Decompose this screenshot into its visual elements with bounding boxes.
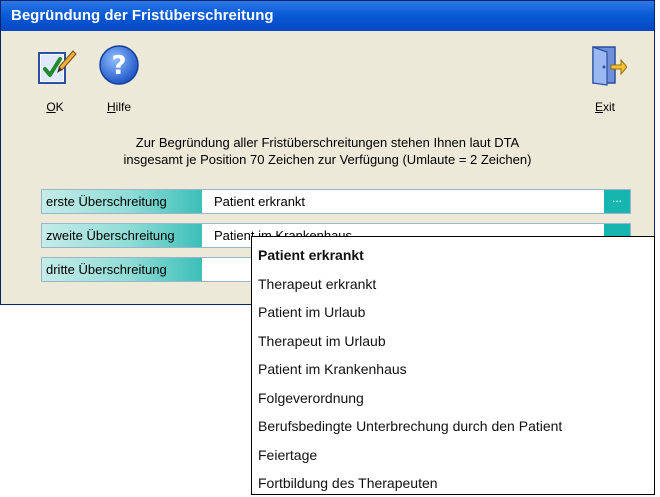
help-button[interactable]: ? Hilfe — [91, 39, 147, 119]
exit-door-icon — [592, 46, 628, 86]
info-line-1: Zur Begründung aller Fristüberschreitung… — [135, 135, 520, 150]
dropdown-item[interactable]: Patient erkrankt — [258, 241, 364, 269]
row-first-exceedance: erste Überschreitung Patient erkrankt ..… — [41, 189, 631, 214]
first-exceedance-picker-button[interactable]: ... — [604, 190, 630, 213]
help-label: ilfe — [115, 100, 131, 114]
reason-dropdown-list: Patient erkrankt Therapeut erkrankt Pati… — [251, 236, 655, 495]
first-exceedance-input[interactable]: Patient erkrankt — [214, 190, 305, 213]
svg-text:?: ? — [111, 51, 126, 81]
edit-check-icon — [38, 50, 77, 84]
info-text: Zur Begründung aller Fristüberschreitung… — [41, 134, 614, 168]
dropdown-item[interactable]: Folgeverordnung — [258, 384, 364, 412]
row-label-second: zweite Überschreitung — [42, 224, 202, 247]
info-line-2: insgesamt je Position 70 Zeichen zur Ver… — [123, 152, 532, 167]
ok-label: K — [55, 100, 64, 114]
dropdown-item[interactable]: Therapeut erkrankt — [258, 270, 376, 298]
dropdown-item[interactable]: Patient im Krankenhaus — [258, 355, 407, 383]
dropdown-item[interactable]: Feiertage — [258, 441, 317, 469]
dropdown-item[interactable]: Fortbildung des Therapeuten — [258, 469, 438, 497]
dropdown-item[interactable]: Patient im Urlaub — [258, 298, 365, 326]
help-icon: ? — [99, 45, 139, 85]
row-label-third: dritte Überschreitung — [42, 258, 202, 281]
dropdown-item[interactable]: Therapeut im Urlaub — [258, 327, 386, 355]
exit-label-hotkey: E — [594, 100, 603, 114]
title-bar: Begründung der Fristüberschreitung — [1, 1, 654, 31]
exit-label: xit — [603, 100, 615, 114]
ok-label-hotkey: O — [46, 100, 56, 114]
exit-button[interactable]: Exit — [577, 39, 633, 119]
row-label-first: erste Überschreitung — [42, 190, 202, 213]
dropdown-item[interactable]: Berufsbedingte Unterbrechung durch den P… — [258, 412, 562, 440]
ok-button[interactable]: OK — [27, 39, 83, 119]
help-label-hotkey: H — [106, 100, 116, 114]
